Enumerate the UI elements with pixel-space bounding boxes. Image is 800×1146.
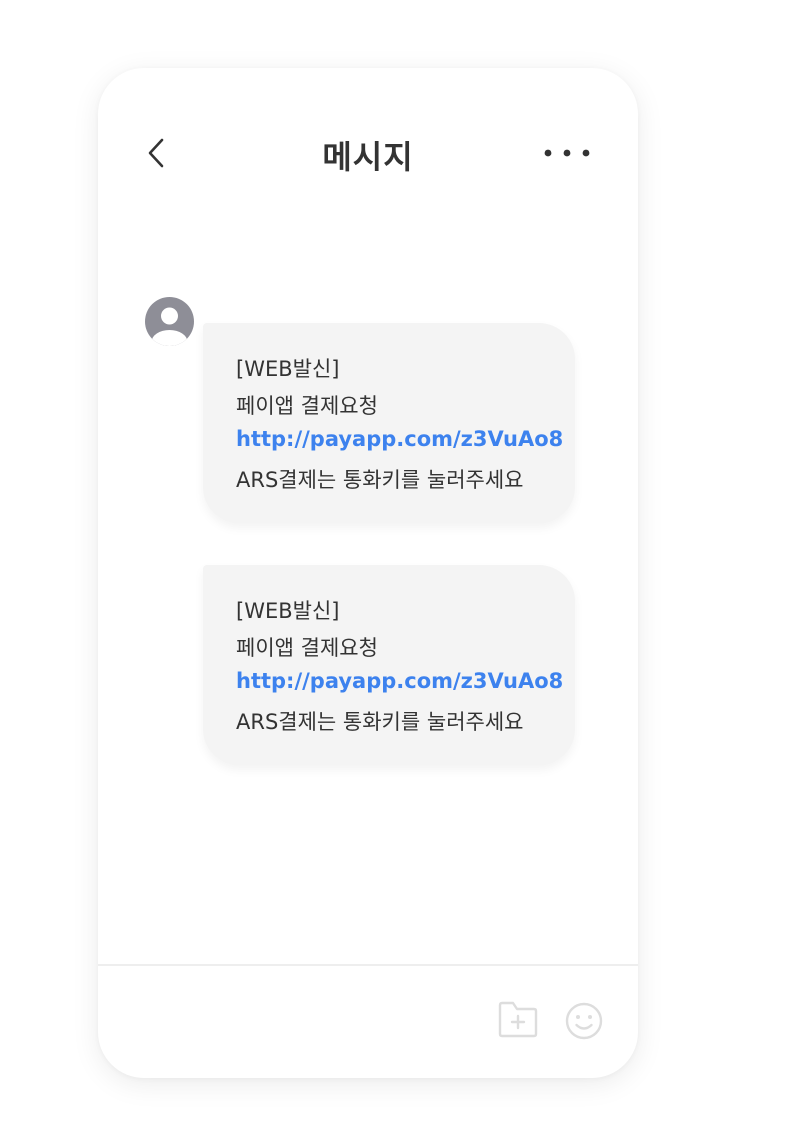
- message-bubble[interactable]: [WEB발신] 페이앱 결제요청 http://payapp.com/z3VuA…: [203, 323, 575, 523]
- payment-link[interactable]: http://payapp.com/z3VuAo8: [236, 427, 563, 451]
- smiley-icon: [565, 1002, 603, 1040]
- folder-add-icon: [498, 1001, 538, 1038]
- message-instruction: ARS결제는 통화키를 눌러주세요: [236, 710, 524, 734]
- payment-link[interactable]: http://payapp.com/z3VuAo8: [236, 669, 563, 693]
- emoji-button[interactable]: [564, 1001, 604, 1041]
- message-subject: 페이앱 결제요청: [236, 394, 378, 418]
- phone-frame: 메시지 [WEB발신] 페이앱 결제요청 http://payapp.com/z…: [98, 68, 638, 1078]
- input-divider: [98, 964, 638, 966]
- message-tag: [WEB발신]: [236, 357, 340, 381]
- person-avatar-icon: [145, 297, 194, 346]
- sender-avatar[interactable]: [145, 297, 194, 346]
- more-horizontal-icon: [544, 149, 590, 157]
- more-options-button[interactable]: [542, 140, 592, 166]
- message-subject: 페이앱 결제요청: [236, 636, 378, 660]
- message-instruction: ARS결제는 통화키를 눌러주세요: [236, 468, 524, 492]
- message-tag: [WEB발신]: [236, 599, 340, 623]
- message-bubble[interactable]: [WEB발신] 페이앱 결제요청 http://payapp.com/z3VuA…: [203, 565, 575, 765]
- attach-button[interactable]: [496, 998, 540, 1040]
- app-header: 메시지: [98, 68, 638, 238]
